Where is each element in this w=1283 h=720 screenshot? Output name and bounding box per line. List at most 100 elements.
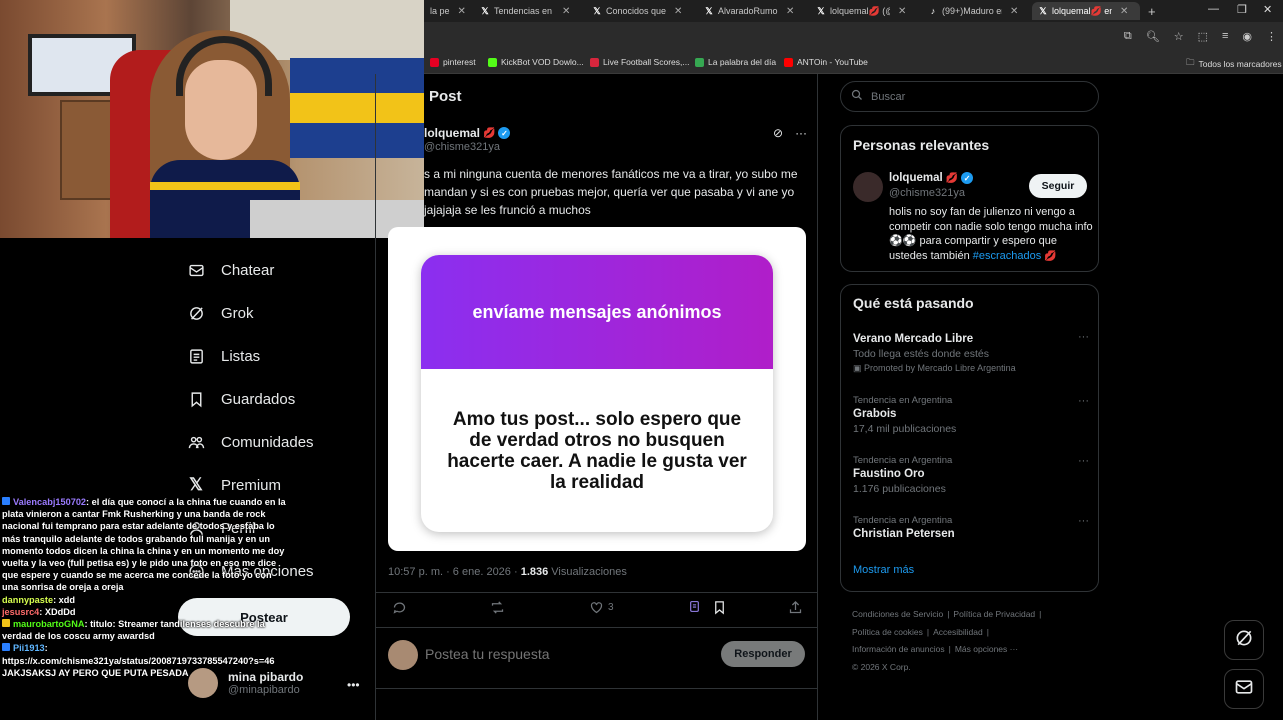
x-favicon-icon: 𝕏 — [1039, 6, 1047, 16]
share-icon[interactable] — [788, 600, 803, 615]
divider — [376, 688, 817, 689]
x-favicon-icon: 𝕏 — [481, 6, 489, 16]
grok-float-button[interactable] — [1224, 620, 1264, 660]
trend-item[interactable]: Tendencia en Argentina Christian Peterse… — [853, 515, 1089, 540]
trending-panel: Qué está pasando Verano Mercado Libre To… — [840, 284, 1099, 592]
nav-item-lists[interactable]: Listas — [187, 347, 260, 365]
browser-tab-0[interactable]: la pe ✕ — [424, 2, 474, 20]
more-icon[interactable]: ··· — [1078, 515, 1089, 527]
new-tab-button[interactable]: + — [1142, 2, 1162, 20]
tiktok-favicon-icon: ♪ — [930, 6, 936, 16]
footer-link[interactable]: Información de anuncios — [852, 644, 945, 654]
hashtag-link[interactable]: #escrachados — [973, 250, 1042, 262]
nav-item-communities[interactable]: Comunidades — [187, 433, 314, 451]
search-input[interactable]: Buscar — [840, 81, 1099, 112]
nav-item-premium[interactable]: 𝕏 Premium — [187, 475, 281, 494]
nav-item-chat[interactable]: Chatear — [187, 261, 274, 279]
grok-icon — [187, 304, 205, 322]
bookmark-pinterest[interactable]: pinterest — [430, 57, 476, 67]
avatar[interactable] — [853, 172, 883, 202]
browser-tab-3[interactable]: 𝕏AlvaradoRumore✕ — [698, 2, 808, 20]
like-button[interactable]: 3 — [589, 600, 614, 615]
page-title: Post — [429, 88, 462, 105]
reply-button[interactable]: Responder — [721, 641, 805, 667]
install-app-icon[interactable]: ⧉ — [1124, 30, 1132, 43]
panel-title: Personas relevantes — [853, 137, 990, 153]
bookmark-live-football[interactable]: Live Football Scores,... — [590, 57, 689, 67]
zoom-icon[interactable]: 🔍︎ — [1146, 30, 1160, 43]
close-window-icon[interactable]: ✕ — [1263, 3, 1272, 16]
footer-link[interactable]: Más opciones ··· — [955, 644, 1018, 654]
show-more-link[interactable]: Mostrar más — [853, 564, 914, 576]
trend-item[interactable]: Verano Mercado Libre Todo llega estés do… — [853, 331, 1089, 374]
youtube-icon — [784, 57, 793, 67]
x-favicon-icon: 𝕏 — [817, 6, 825, 16]
grok-explain-icon[interactable] — [688, 600, 701, 613]
menu-icon[interactable]: ⋮ — [1266, 30, 1277, 43]
footer-link[interactable]: Política de cookies — [852, 627, 923, 637]
more-icon[interactable]: ··· — [1078, 455, 1089, 467]
close-tab-icon[interactable]: ✕ — [898, 6, 906, 17]
trend-item[interactable]: Tendencia en Argentina Grabois 17,4 mil … — [853, 395, 1089, 435]
media-icon[interactable]: ≡ — [1222, 30, 1228, 43]
bookmark-youtube[interactable]: ANTOin - YouTube — [784, 57, 868, 67]
profile-icon[interactable]: ◉ — [1242, 30, 1252, 43]
webcam-overlay — [0, 0, 424, 238]
star-icon[interactable]: ☆ — [1174, 30, 1184, 43]
x-logo-icon: 𝕏 — [189, 475, 203, 494]
browser-tab-4[interactable]: 𝕏lolquemal💋 (@c✕ — [810, 2, 920, 20]
footer-link[interactable]: Política de Privacidad — [953, 609, 1035, 619]
nav-item-grok[interactable]: Grok — [187, 304, 254, 322]
nav-item-bookmarks[interactable]: Guardados — [187, 390, 295, 408]
verified-badge-icon: ✓ — [961, 172, 974, 184]
more-icon[interactable]: ··· — [1078, 395, 1089, 407]
relevant-bio: holis no soy fan de julienzo ni vengo a … — [889, 206, 1093, 262]
reply-input[interactable] — [425, 646, 705, 662]
chat-badge-icon — [2, 619, 10, 628]
close-tab-icon[interactable]: ✕ — [562, 6, 570, 17]
post-timestamp[interactable]: 10:57 p. m. · 6 ene. 2026 · — [388, 566, 521, 578]
browser-tab-5[interactable]: ♪ (99+)Maduro en ✕ — [922, 2, 1032, 20]
bookmark-icon[interactable] — [712, 600, 727, 615]
post-actions: 3 — [392, 600, 804, 620]
browser-tab-2[interactable]: 𝕏Conocidos que si✕ — [586, 2, 696, 20]
messages-float-button[interactable] — [1224, 669, 1264, 709]
kickbot-icon — [488, 57, 497, 67]
grok-icon[interactable]: ⊘ — [773, 126, 783, 140]
lips-emoji-icon: 💋 — [945, 172, 959, 184]
browser-tab-1[interactable]: 𝕏Tendencias en Ar✕ — [474, 2, 584, 20]
more-icon[interactable]: ··· — [795, 126, 807, 140]
all-bookmarks[interactable]: 🗀 Todos los marcadores — [1186, 57, 1282, 71]
bookmark-kickbot[interactable]: KickBot VOD Dowlo... — [488, 57, 584, 67]
promoted-icon: ▣ — [853, 363, 865, 373]
post-handle[interactable]: @chisme321ya — [424, 141, 500, 153]
account-more-icon[interactable]: ••• — [347, 678, 360, 692]
trend-item[interactable]: Tendencia en Argentina Faustino Oro 1.17… — [853, 455, 1089, 495]
relevant-name[interactable]: lolquemal 💋 ✓ — [889, 172, 974, 184]
extensions-icon[interactable]: ⬚ — [1198, 30, 1208, 43]
bookmark-palabra[interactable]: La palabra del día — [695, 57, 776, 67]
close-tab-icon[interactable]: ✕ — [1120, 6, 1128, 17]
more-icon[interactable]: ··· — [1078, 331, 1089, 343]
footer-link[interactable]: Condiciones de Servicio — [852, 609, 943, 619]
bookmark-icon — [187, 390, 205, 408]
post-media[interactable]: envíame mensajes anónimos Amo tus post..… — [388, 227, 806, 551]
close-tab-icon[interactable]: ✕ — [1010, 6, 1018, 17]
minimize-icon[interactable]: — — [1208, 3, 1219, 15]
chat-message: jesusrc4: XDdDd — [2, 606, 76, 617]
repost-icon[interactable] — [490, 600, 505, 615]
footer-link[interactable]: Accesibilidad — [933, 627, 983, 637]
chat-message: Valencabj150702: el día que conocí a la … — [2, 497, 286, 593]
close-tab-icon[interactable]: ✕ — [786, 6, 794, 17]
reply-icon[interactable] — [392, 600, 407, 615]
post-text: s a mi ninguna cuenta de menores fanátic… — [424, 167, 798, 217]
post-tools: ⊘ ··· — [773, 126, 807, 140]
browser-tab-6-active[interactable]: 𝕏lolquemal💋 en ✕ — [1032, 2, 1140, 20]
follow-button[interactable]: Seguir — [1029, 174, 1087, 198]
close-tab-icon[interactable]: ✕ — [458, 6, 466, 17]
views-label: Visualizaciones — [548, 566, 627, 578]
maximize-icon[interactable]: ❐ — [1237, 3, 1247, 16]
close-tab-icon[interactable]: ✕ — [674, 6, 682, 17]
chat-message: maurobartoGNA: titulo: Streamer tandilen… — [2, 619, 265, 642]
post-author[interactable]: lolquemal 💋 ✓ — [424, 126, 511, 140]
